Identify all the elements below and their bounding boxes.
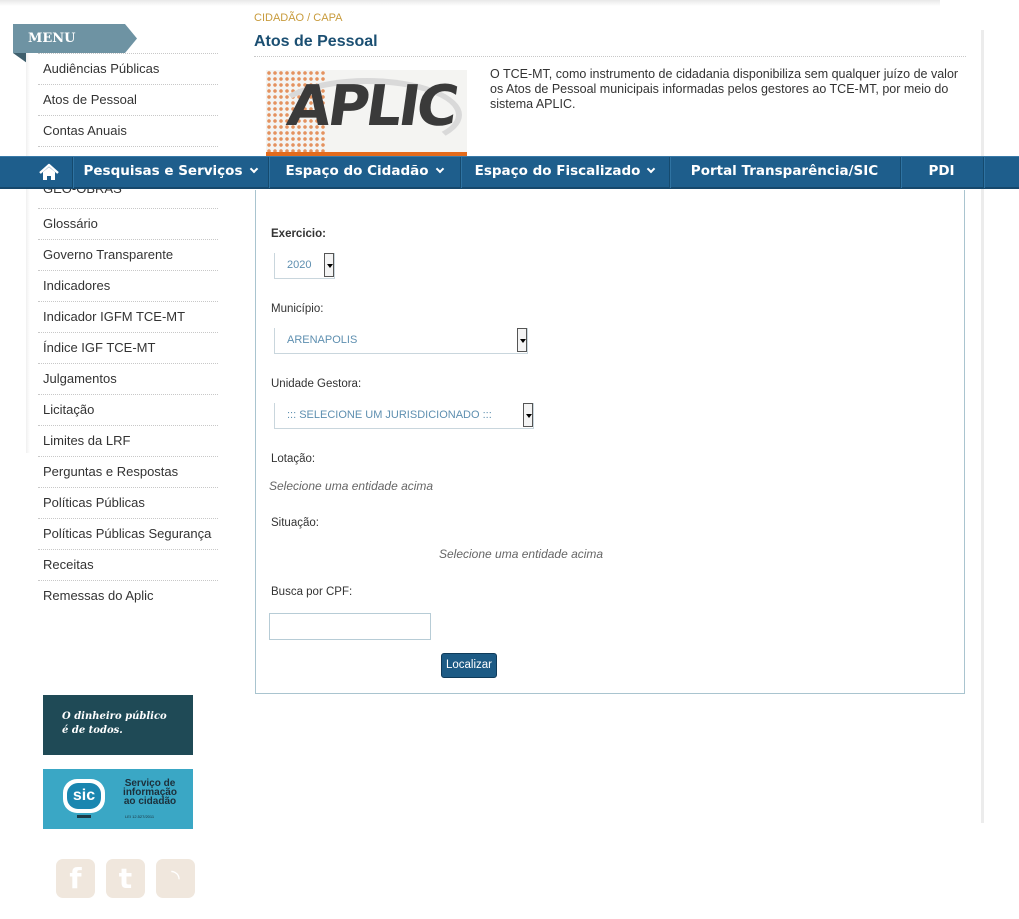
exercicio-value: 2020: [287, 259, 312, 271]
chevron-down-icon: [435, 164, 444, 174]
cpf-input[interactable]: [269, 613, 431, 640]
dropdown-arrow-icon: [523, 403, 533, 427]
facebook-icon[interactable]: f: [56, 859, 95, 898]
municipio-value: ARENAPOLIS: [287, 334, 358, 346]
dropdown-arrow-icon: [324, 253, 334, 277]
page: MENU Audiências Públicas Atos de Pessoal…: [0, 0, 1019, 919]
chevron-down-icon: [249, 164, 258, 174]
banner-dinheiro-line1: O dinheiro público: [62, 711, 167, 722]
banner-sic[interactable]: sic Serviço de informação ao cidadão LEI…: [43, 769, 193, 829]
nav-pesquisas-label: Pesquisas e Serviços: [83, 163, 243, 179]
sidebar-item-indicador-igfm[interactable]: Indicador IGFM TCE-MT: [38, 301, 218, 332]
cpf-label: Busca por CPF:: [271, 586, 353, 598]
situacao-label: Situação:: [271, 517, 319, 529]
nav-pdi-label: PDI: [928, 163, 955, 179]
situacao-hint: Selecione uma entidade acima: [439, 547, 604, 561]
sidebar-item-glossario[interactable]: Glossário: [38, 208, 218, 239]
home-icon[interactable]: [27, 157, 72, 188]
nav-espaco-fiscalizado[interactable]: Espaço do Fiscalizado: [460, 157, 669, 188]
sidebar-item-indice-igf[interactable]: Índice IGF TCE-MT: [38, 332, 218, 363]
localizar-button[interactable]: Localizar: [441, 653, 497, 678]
sidebar-item-atos-de-pessoal[interactable]: Atos de Pessoal: [38, 84, 218, 115]
sidebar-item-politicas-publicas[interactable]: Políticas Públicas: [38, 487, 218, 518]
nav-separator: [983, 157, 984, 188]
sidebar-item-julgamentos[interactable]: Julgamentos: [38, 363, 218, 394]
sidebar-item-receitas[interactable]: Receitas: [38, 549, 218, 580]
title-divider: [254, 56, 966, 57]
sidebar-item-politicas-publicas-seguranca[interactable]: Políticas Públicas Segurança: [38, 518, 218, 549]
sidebar-item-governo-transparente[interactable]: Governo Transparente: [38, 239, 218, 270]
page-title: Atos de Pessoal: [254, 33, 378, 50]
intro-text: O TCE-MT, como instrumento de cidadania …: [490, 67, 959, 111]
nav-pesquisas-servicos[interactable]: Pesquisas e Serviços: [72, 157, 268, 188]
banner-dinheiro-publico[interactable]: O dinheiro público é de todos.: [43, 695, 193, 755]
nav-cidadao-label: Espaço do Cidadão: [285, 163, 429, 179]
sic-monitor-stand: [77, 815, 91, 818]
sidebar-menu: Audiências Públicas Atos de Pessoal Cont…: [38, 53, 218, 611]
menu-ribbon-fold: [13, 53, 27, 63]
right-border: [981, 30, 984, 823]
breadcrumb[interactable]: CIDADÃO / CAPA: [254, 12, 342, 24]
banner-dinheiro-line2: é de todos.: [62, 725, 123, 736]
sidebar-shadow: [26, 53, 30, 453]
exercicio-label: Exercicio:: [271, 228, 326, 240]
unidade-gestora-label: Unidade Gestora:: [271, 378, 362, 390]
aplic-logo: APLIC: [266, 70, 467, 156]
sidebar-item-contas-anuais[interactable]: Contas Anuais: [38, 115, 218, 146]
sic-title: Serviço de informação ao cidadão: [111, 779, 189, 807]
nav-fiscalizado-label: Espaço do Fiscalizado: [474, 163, 641, 179]
sidebar-item-limites-lrf[interactable]: Limites da LRF: [38, 425, 218, 456]
unidade-gestora-select[interactable]: ::: SELECIONE UM JURISDICIONADO :::: [274, 403, 534, 429]
municipio-label: Município:: [271, 303, 324, 315]
nav-pdi[interactable]: PDI: [900, 157, 983, 188]
rss-icon[interactable]: ◝: [156, 859, 195, 898]
sidebar-item-remessas-aplic[interactable]: Remessas do Aplic: [38, 580, 218, 611]
logo-text: APLIC: [283, 74, 460, 139]
sidebar-item-audiencias-publicas[interactable]: Audiências Públicas: [38, 53, 218, 84]
exercicio-select[interactable]: 2020: [274, 253, 335, 279]
sic-law: LEI 12.527/2011: [125, 814, 155, 819]
municipio-select[interactable]: ARENAPOLIS: [274, 328, 528, 354]
nav-espaco-cidadao[interactable]: Espaço do Cidadão: [268, 157, 460, 188]
lotacao-label: Lotação:: [271, 453, 316, 465]
sic-title-line3: ao cidadão: [123, 796, 177, 807]
nav-portal-label: Portal Transparência/SIC: [690, 163, 879, 179]
sidebar-item-indicadores[interactable]: Indicadores: [38, 270, 218, 301]
sidebar-item-perguntas-respostas[interactable]: Perguntas e Respostas: [38, 456, 218, 487]
unidade-gestora-value: ::: SELECIONE UM JURISDICIONADO :::: [287, 409, 492, 421]
sidebar-item-licitacao[interactable]: Licitação: [38, 394, 218, 425]
menu-heading: MENU: [13, 24, 137, 53]
dropdown-arrow-icon: [517, 328, 527, 352]
main-navbar: Pesquisas e Serviços Espaço do Cidadão E…: [0, 156, 1019, 189]
lotacao-hint: Selecione uma entidade acima: [269, 479, 434, 493]
sidebar: MENU Audiências Públicas Atos de Pessoal…: [0, 0, 230, 919]
twitter-icon[interactable]: t: [106, 859, 145, 898]
nav-portal-transparencia[interactable]: Portal Transparência/SIC: [669, 157, 900, 188]
sic-logo: sic: [67, 783, 101, 809]
chevron-down-icon: [647, 164, 656, 174]
